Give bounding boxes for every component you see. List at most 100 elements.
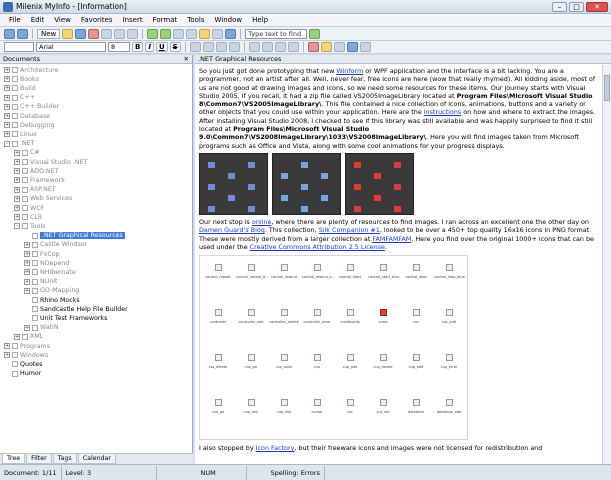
expand-icon[interactable]: +	[24, 287, 30, 294]
link-icon[interactable]	[346, 42, 358, 52]
document-editor[interactable]: So you just got done prototyping that ne…	[199, 67, 597, 462]
bullets-icon[interactable]	[248, 42, 260, 52]
tree-node[interactable]: + Programs	[4, 342, 50, 350]
tree-node[interactable]: - Tools	[14, 222, 46, 230]
collapse-icon[interactable]: -	[4, 140, 10, 147]
tree-node[interactable]: + WCF	[14, 204, 44, 212]
tree-node[interactable]: + Build	[4, 84, 36, 92]
tree-node[interactable]: + FxCop	[24, 250, 60, 258]
tree-node[interactable]: + GO-Mapping	[24, 287, 79, 295]
hyperlink[interactable]: FAMFAMFAM	[372, 235, 411, 243]
expand-icon[interactable]: +	[14, 195, 20, 202]
expand-icon[interactable]: +	[4, 343, 10, 349]
hyperlink[interactable]: Silk Companion #1	[319, 226, 380, 234]
tree-node[interactable]: + ASP.NET	[14, 186, 56, 194]
menu-tools[interactable]: Tools	[182, 14, 209, 27]
tree-node[interactable]: + C#	[14, 149, 40, 157]
tree-node[interactable]: + NDepend	[24, 259, 69, 267]
minimize-button[interactable]: –	[552, 1, 567, 12]
expand-icon[interactable]: +	[14, 159, 20, 165]
tab-filter[interactable]: Filter	[26, 454, 52, 464]
font-select[interactable]: Arial	[36, 42, 106, 52]
tree-node[interactable]: + WatiN	[24, 324, 59, 332]
tree-node[interactable]: Rhino Mocks	[24, 296, 80, 304]
menu-view[interactable]: View	[49, 14, 76, 27]
expand-icon[interactable]: +	[24, 260, 30, 267]
menu-favorites[interactable]: Favorites	[76, 14, 118, 27]
table-icon[interactable]	[333, 42, 345, 52]
expand-icon[interactable]: +	[4, 67, 10, 73]
tree-node[interactable]: .NET Graphical Resources	[24, 232, 125, 240]
tree-node[interactable]: + Visual Studio .NET	[14, 158, 87, 166]
italic-button[interactable]: I	[145, 42, 154, 52]
expand-icon[interactable]: +	[14, 186, 20, 193]
indent-less-icon[interactable]	[287, 42, 299, 52]
tree-node[interactable]: + C++ Builder	[4, 103, 59, 111]
expand-icon[interactable]: +	[4, 122, 10, 129]
menu-edit[interactable]: Edit	[26, 14, 50, 27]
tree-node[interactable]: Unit Test Frameworks	[24, 314, 107, 322]
vertical-scrollbar[interactable]	[602, 65, 611, 464]
expand-icon[interactable]: +	[4, 76, 10, 83]
favorite-icon[interactable]	[199, 28, 211, 39]
expand-icon[interactable]: +	[4, 113, 10, 119]
tree-node[interactable]: Sandcastle Help File Builder	[24, 305, 128, 313]
tree-node[interactable]: + NUnit	[24, 278, 58, 286]
expand-icon[interactable]: +	[24, 269, 30, 276]
expand-icon[interactable]: +	[24, 278, 30, 285]
tab-calendar[interactable]: Calendar	[77, 454, 117, 464]
hyperlink[interactable]: Icon Factory	[256, 444, 295, 452]
collapse-icon[interactable]: -	[14, 223, 20, 230]
align-right-icon[interactable]	[215, 42, 227, 52]
hyperlink[interactable]: Damen Guard's Blog	[199, 226, 265, 234]
tab-tree[interactable]: Tree	[2, 454, 26, 464]
document-tree[interactable]: + Architecture + Books + Build + C++ + C++ Builde…	[0, 64, 192, 453]
tree-node[interactable]: + Windows	[4, 351, 48, 359]
tree-node[interactable]: - .NET	[4, 140, 35, 148]
hyperlink[interactable]: instructions	[424, 108, 461, 116]
tree-node[interactable]: + Architecture	[4, 66, 59, 74]
tab-tags[interactable]: Tags	[52, 454, 77, 464]
strikethrough-button[interactable]: S	[169, 42, 181, 52]
tree-node[interactable]: + ADO.NET	[14, 167, 58, 175]
print-icon[interactable]	[212, 28, 224, 39]
hyperlink[interactable]: Winform	[336, 67, 363, 75]
tree-node[interactable]: + Framework	[14, 176, 65, 184]
tree-node[interactable]: + XML	[14, 333, 43, 341]
copy-icon[interactable]	[114, 28, 126, 39]
menu-help[interactable]: Help	[247, 14, 273, 27]
help-icon[interactable]	[225, 28, 237, 39]
menu-insert[interactable]: Insert	[118, 14, 148, 27]
expand-icon[interactable]: +	[14, 149, 20, 156]
tree-node[interactable]: + Linux	[4, 130, 37, 138]
hyperlink[interactable]: online	[252, 218, 272, 226]
cut-icon[interactable]	[101, 28, 113, 39]
font-color-icon[interactable]	[307, 42, 319, 52]
font-size-select[interactable]: 8	[108, 42, 130, 52]
tree-node[interactable]: + Web Services	[14, 195, 72, 203]
expand-icon[interactable]: +	[14, 168, 20, 175]
menu-window[interactable]: Window	[210, 14, 248, 27]
image-icon[interactable]	[359, 42, 371, 52]
down-icon[interactable]	[160, 28, 172, 39]
outdent-icon[interactable]	[186, 28, 198, 39]
align-center-icon[interactable]	[202, 42, 214, 52]
justify-icon[interactable]	[228, 42, 240, 52]
expand-icon[interactable]: +	[14, 214, 20, 221]
find-go-icon[interactable]	[309, 28, 321, 39]
numbering-icon[interactable]	[261, 42, 273, 52]
tree-node[interactable]: + Castle Windsor	[24, 241, 87, 249]
align-left-icon[interactable]	[189, 42, 201, 52]
new-button[interactable]: New	[37, 28, 61, 39]
tree-node[interactable]: + CLR	[14, 213, 42, 221]
tree-node[interactable]: Quotes	[4, 360, 42, 368]
tree-node[interactable]: + NHibernate	[24, 268, 76, 276]
style-select[interactable]	[4, 42, 34, 52]
scrollbar-thumb[interactable]	[604, 75, 610, 101]
bold-button[interactable]: B	[132, 42, 144, 52]
expand-icon[interactable]: +	[4, 131, 10, 138]
open-icon[interactable]	[62, 28, 74, 39]
expand-icon[interactable]: +	[14, 177, 20, 184]
tree-node[interactable]: + Debugging	[4, 121, 54, 129]
underline-button[interactable]: U	[155, 42, 168, 52]
